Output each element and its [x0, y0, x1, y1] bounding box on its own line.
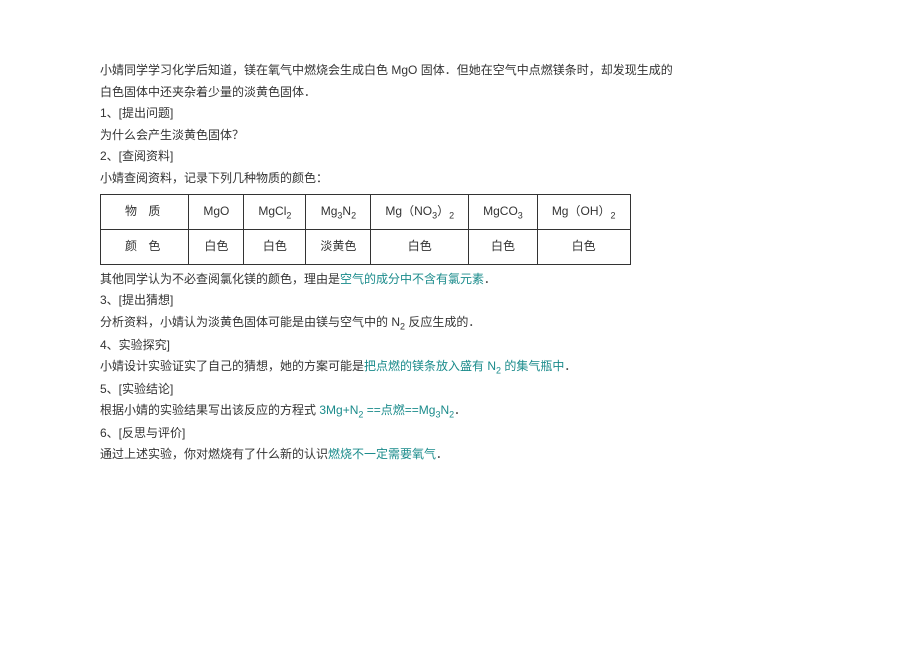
table-cell: Mg（NO3）2 [371, 194, 469, 230]
formula-text: MgCO [483, 204, 518, 218]
formula-text: N [342, 204, 351, 218]
section3-header: 3、[提出猜想] [100, 290, 820, 312]
subscript: 2 [610, 210, 615, 220]
subscript: 3 [518, 210, 523, 220]
intro-text: 小婧同学学习化学后知道，镁在氧气中燃烧会生成白色 [100, 63, 391, 77]
period: ． [454, 403, 466, 417]
table-row: 物 质 MgO MgCl2 Mg3N2 Mg（NO3）2 MgCO3 Mg（OH… [101, 194, 631, 230]
answer-part: 3Mg+N [319, 403, 358, 417]
table-header-substance: 物 质 [101, 194, 189, 230]
section1-header: 1、[提出问题] [100, 103, 820, 125]
answer-part: ==点燃==Mg [363, 403, 435, 417]
intro-line2: 白色固体中还夹杂着少量的淡黄色固体． [100, 82, 820, 104]
section3-text: 分析资料，小婧认为淡黄色固体可能是由镁与空气中的 [100, 315, 391, 329]
section4-text: 小婧设计实验证实了自己的猜想，她的方案可能是 [100, 359, 364, 373]
section6-header: 6、[反思与评价] [100, 423, 820, 445]
table-cell: MgO [189, 194, 244, 230]
subscript: 2 [286, 210, 291, 220]
section5-text: 根据小婧的实验结果写出该反应的方程式 [100, 403, 319, 417]
formula-mgo: MgO [391, 63, 417, 77]
table-cell: 白色 [537, 230, 630, 265]
section6-body: 通过上述实验，你对燃烧有了什么新的认识燃烧不一定需要氧气． [100, 444, 820, 466]
formula-text: Mg（NO [385, 204, 432, 218]
section3-body: 分析资料，小婧认为淡黄色固体可能是由镁与空气中的 N2 反应生成的． [100, 312, 820, 335]
table-header-color: 颜 色 [101, 230, 189, 265]
formula: Mg（NO3）2 [385, 204, 454, 218]
formula-text: Mg（OH） [552, 204, 611, 218]
section2-body: 小婧查阅资料，记录下列几种物质的颜色： [100, 168, 820, 190]
table-cell: Mg3N2 [306, 194, 371, 230]
document-content: 小婧同学学习化学后知道，镁在氧气中燃烧会生成白色 MgO 固体．但她在空气中点燃… [100, 60, 820, 466]
formula: Mg（OH）2 [552, 204, 616, 218]
table-cell: 淡黄色 [306, 230, 371, 265]
answer-text: 空气的成分中不含有氯元素 [340, 272, 484, 286]
formula: N2 [391, 315, 405, 329]
answer-text: 燃烧不一定需要氧气 [328, 447, 436, 461]
formula: MgCO3 [483, 204, 523, 218]
period: ． [564, 359, 576, 373]
table-cell: 白色 [244, 230, 306, 265]
answer-part: N [440, 403, 449, 417]
table-row: 颜 色 白色 白色 淡黄色 白色 白色 白色 [101, 230, 631, 265]
table-cell: 白色 [189, 230, 244, 265]
table-cell: Mg（OH）2 [537, 194, 630, 230]
section5-header: 5、[实验结论] [100, 379, 820, 401]
intro-text: 固体．但她在空气中点燃镁条时，却发现生成的 [417, 63, 672, 77]
answer-part: 的集气瓶中 [501, 359, 564, 373]
subscript: 2 [351, 210, 356, 220]
section4-header: 4、实验探究] [100, 335, 820, 357]
formula-text: ） [437, 204, 449, 218]
answer-part: 把点燃的镁条放入盛有 N [364, 359, 496, 373]
section4-body: 小婧设计实验证实了自己的猜想，她的方案可能是把点燃的镁条放入盛有 N2 的集气瓶… [100, 356, 820, 379]
table-cell: MgCO3 [469, 194, 538, 230]
formula: MgO [203, 204, 229, 218]
period: ． [484, 272, 496, 286]
section5-body: 根据小婧的实验结果写出该反应的方程式 3Mg+N2 ==点燃==Mg3N2． [100, 400, 820, 423]
subscript: 2 [449, 210, 454, 220]
period: ． [436, 447, 448, 461]
formula-text: MgCl [258, 204, 286, 218]
table-cell: MgCl2 [244, 194, 306, 230]
after-table-line: 其他同学认为不必查阅氯化镁的颜色，理由是空气的成分中不含有氯元素． [100, 269, 820, 291]
after-table-text: 其他同学认为不必查阅氯化镁的颜色，理由是 [100, 272, 340, 286]
substance-color-table: 物 质 MgO MgCl2 Mg3N2 Mg（NO3）2 MgCO3 Mg（OH… [100, 194, 631, 265]
formula-text: N [391, 315, 400, 329]
intro-line1: 小婧同学学习化学后知道，镁在氧气中燃烧会生成白色 MgO 固体．但她在空气中点燃… [100, 60, 820, 82]
section2-header: 2、[查阅资料] [100, 146, 820, 168]
answer-equation: 3Mg+N2 ==点燃==Mg3N2 [319, 403, 454, 417]
formula-text: Mg [321, 204, 338, 218]
section3-text: 反应生成的． [405, 315, 480, 329]
section6-text: 通过上述实验，你对燃烧有了什么新的认识 [100, 447, 328, 461]
formula: Mg3N2 [321, 204, 356, 218]
table-cell: 白色 [371, 230, 469, 265]
answer-text: 把点燃的镁条放入盛有 N2 的集气瓶中 [364, 359, 564, 373]
table-cell: 白色 [469, 230, 538, 265]
section1-body: 为什么会产生淡黄色固体？ [100, 125, 820, 147]
formula: MgCl2 [258, 204, 291, 218]
